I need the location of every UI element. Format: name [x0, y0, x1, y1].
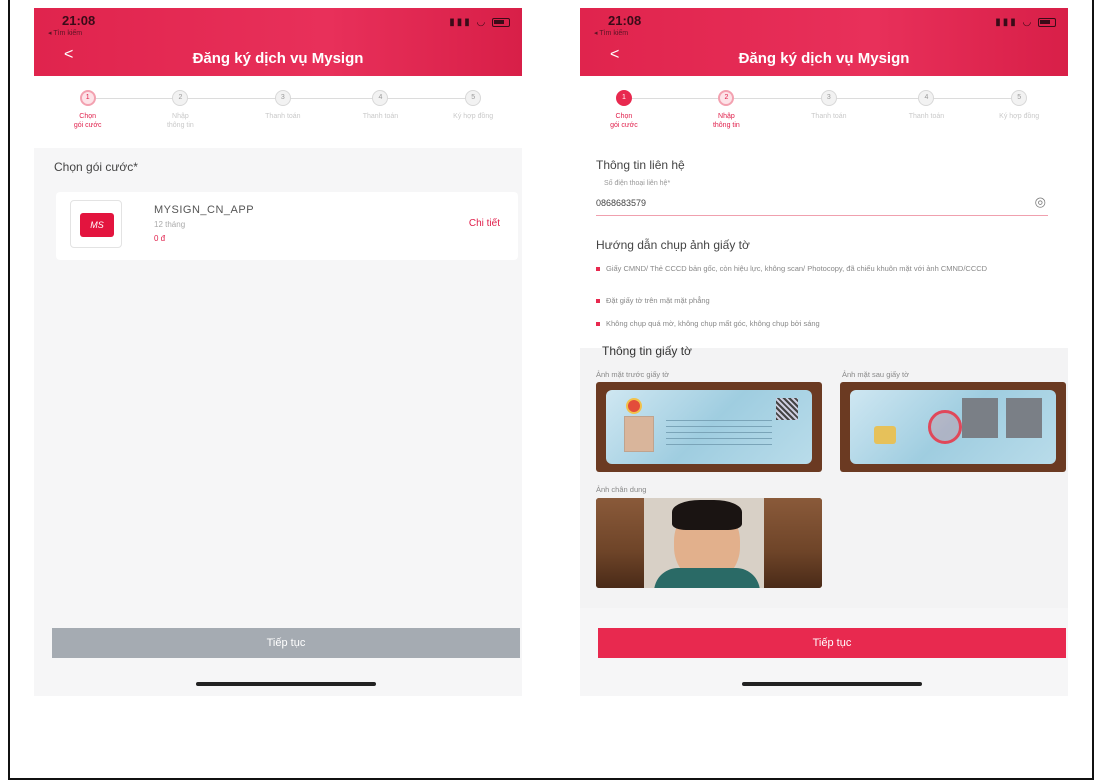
select-package-title: Chọn gói cước* — [54, 160, 138, 174]
id-face-photo — [624, 416, 654, 452]
stamp-icon — [928, 410, 962, 444]
step-1-dot: 1 — [615, 90, 632, 106]
guide-item-text: Giấy CMND/ Thẻ CCCD bản gốc, còn hiệu lự… — [606, 264, 988, 273]
guide-item: Giấy CMND/ Thẻ CCCD bản gốc, còn hiệu lự… — [596, 264, 1036, 274]
bullet-icon — [596, 267, 600, 272]
step-3-dot: 3 — [820, 90, 837, 106]
status-icons: ▮▮▮ ◡ — [449, 17, 510, 28]
back-id-photo[interactable] — [840, 382, 1066, 472]
package-price: 0 đ — [154, 234, 166, 243]
chip-icon — [874, 426, 896, 444]
step-2-label: Nhập thông tin — [712, 113, 740, 129]
step-3: 3 Thanh toán — [789, 90, 869, 121]
step-4-dot: 4 — [918, 90, 935, 106]
step-5: 5 Ký hợp đồng — [979, 90, 1059, 121]
package-card[interactable]: MS MYSIGN_CN_APP 12 tháng 0 đ Chi tiết — [56, 192, 518, 260]
package-detail-link[interactable]: Chi tiết — [469, 218, 500, 229]
status-back-to-app[interactable]: ◂ Tìm kiếm — [594, 29, 628, 37]
portrait-shirt — [654, 568, 760, 588]
signal-icon: ▮▮▮ — [449, 17, 472, 28]
portrait-hair — [672, 500, 742, 530]
eye-icon[interactable]: ◎ — [1035, 194, 1046, 210]
guide-item: Đặt giấy tờ trên mặt mặt phẳng — [596, 296, 710, 306]
phone-input[interactable]: 0868683579 — [596, 198, 646, 208]
app-header: 21:08 ◂ Tìm kiếm ▮▮▮ ◡ < Đăng ký dịch vụ… — [34, 8, 522, 76]
national-emblem-icon — [626, 398, 642, 414]
qr-code-icon — [776, 398, 798, 420]
step-4: 4 Thanh toán — [886, 90, 966, 121]
home-indicator — [742, 682, 922, 686]
id-text-lines — [666, 420, 772, 450]
step-5-dot: 5 — [465, 90, 482, 106]
step-4-label: Thanh toán — [362, 113, 399, 120]
page-title: Đăng ký dịch vụ Mysign — [738, 50, 910, 67]
photo-guide-title: Hướng dẫn chụp ảnh giấy tờ — [596, 238, 750, 252]
battery-icon — [1038, 17, 1056, 27]
fingerprint-icon — [962, 398, 998, 438]
step-5: 5 Ký hợp đồng — [433, 90, 513, 121]
step-3-dot: 3 — [274, 90, 291, 106]
id-card-back — [850, 390, 1056, 464]
step-1-label: Chọn gói cước — [73, 113, 102, 129]
bullet-icon — [596, 322, 600, 327]
battery-icon — [492, 17, 510, 27]
back-id-label: Ảnh mặt sau giấy tờ — [842, 370, 910, 379]
guide-item-text: Đặt giấy tờ trên mặt mặt phẳng — [606, 296, 710, 305]
wifi-icon: ◡ — [1022, 17, 1034, 28]
home-indicator — [196, 682, 376, 686]
step-1-label: Chọn gói cước — [610, 113, 638, 129]
step-1: 1 Chọn gói cước — [584, 90, 664, 130]
page-title: Đăng ký dịch vụ Mysign — [192, 50, 364, 67]
wifi-icon: ◡ — [476, 17, 488, 28]
step-3: 3 Thanh toán — [243, 90, 323, 121]
continue-button[interactable]: Tiếp tục — [598, 628, 1066, 658]
step-5-label: Ký hợp đồng — [453, 113, 494, 120]
guide-item-text: Không chụp quá mờ, không chụp mất góc, k… — [606, 319, 820, 328]
front-id-label: Ảnh mặt trước giấy tờ — [596, 370, 670, 379]
document-info-title: Thông tin giấy tờ — [602, 344, 692, 358]
phone-screen-enter-info: 21:08 ◂ Tìm kiếm ▮▮▮ ◡ < Đăng ký dịch vụ… — [580, 8, 1068, 696]
step-2-dot: 2 — [718, 90, 735, 106]
package-name: MYSIGN_CN_APP — [154, 204, 255, 216]
step-2: 2 Nhập thông tin — [686, 90, 766, 130]
fingerprint-icon — [1006, 398, 1042, 438]
step-3-label: Thanh toán — [811, 113, 847, 120]
status-time: 21:08 — [608, 13, 642, 28]
front-id-photo[interactable] — [596, 382, 822, 472]
step-5-label: Ký hợp đồng — [999, 113, 1040, 120]
step-5-dot: 5 — [1011, 90, 1028, 106]
bullet-icon — [596, 299, 600, 304]
id-card-front — [606, 390, 812, 464]
package-duration: 12 tháng — [154, 220, 186, 229]
step-2: 2 Nhập thông tin — [140, 90, 220, 130]
progress-stepper: 1 Chọn gói cước 2 Nhập thông tin 3 Thanh… — [34, 76, 522, 148]
phone-screen-select-package: 21:08 ◂ Tìm kiếm ▮▮▮ ◡ < Đăng ký dịch vụ… — [34, 8, 522, 696]
step-2-label: Nhập thông tin — [166, 113, 194, 129]
portrait-label: Ảnh chân dung — [596, 485, 647, 494]
app-header: 21:08 ◂ Tìm kiếm ▮▮▮ ◡ < Đăng ký dịch vụ… — [580, 8, 1068, 76]
status-back-to-app[interactable]: ◂ Tìm kiếm — [48, 29, 82, 37]
step-3-label: Thanh toán — [265, 113, 301, 120]
status-time: 21:08 — [62, 13, 96, 28]
step-4-label: Thanh toán — [908, 113, 945, 120]
signal-icon: ▮▮▮ — [995, 17, 1018, 28]
contact-info-title: Thông tin liên hệ — [596, 158, 685, 172]
step-1: 1 Chọn gói cước — [48, 90, 128, 130]
step-2-dot: 2 — [172, 90, 189, 106]
step-4-dot: 4 — [372, 90, 389, 106]
mysign-logo-icon: MS — [80, 213, 114, 237]
phone-field-label: Số điện thoại liên hệ* — [604, 180, 671, 187]
continue-button[interactable]: Tiếp tục — [52, 628, 520, 658]
step-1-dot: 1 — [79, 90, 96, 106]
guide-item: Không chụp quá mờ, không chụp mất góc, k… — [596, 319, 820, 329]
step-4: 4 Thanh toán — [340, 90, 420, 121]
status-icons: ▮▮▮ ◡ — [995, 17, 1056, 28]
progress-stepper: 1 Chọn gói cước 2 Nhập thông tin 3 Thanh… — [580, 76, 1068, 148]
package-logo: MS — [70, 200, 122, 248]
phone-field-underline — [596, 215, 1048, 216]
portrait-photo[interactable] — [596, 498, 822, 588]
